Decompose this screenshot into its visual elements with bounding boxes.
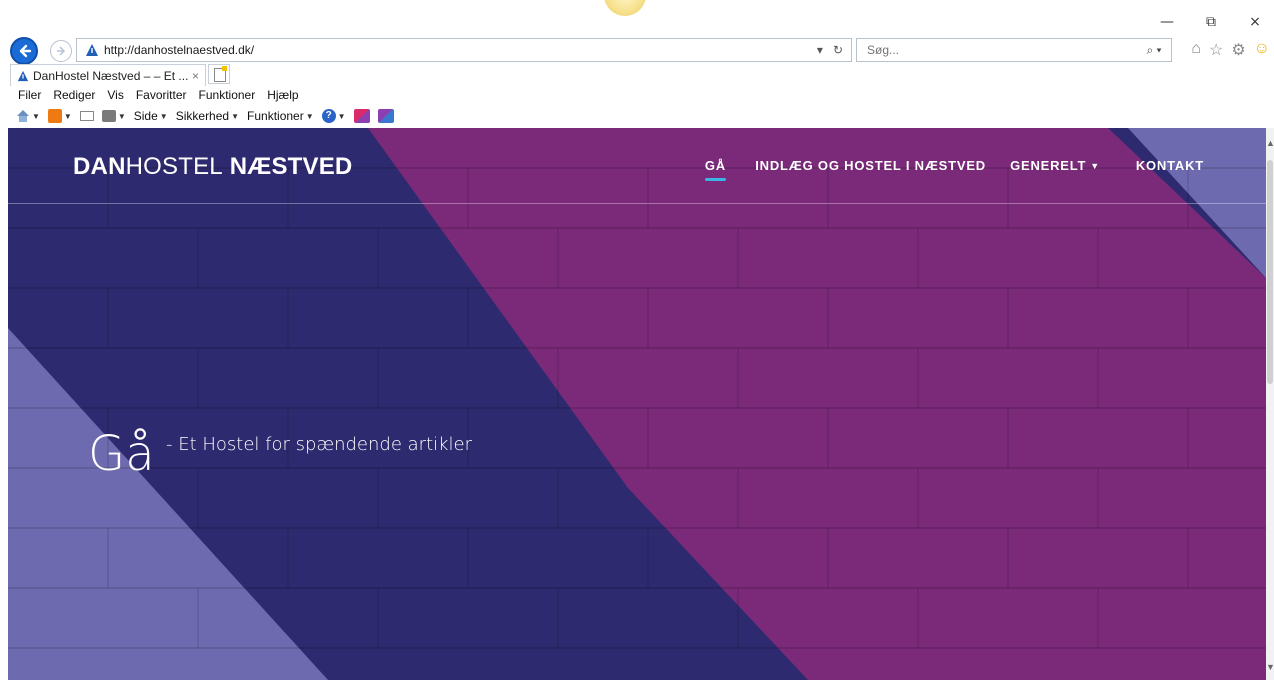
new-tab-button[interactable] bbox=[208, 64, 230, 84]
security-command-label: Sikkerhed bbox=[175, 109, 230, 123]
restore-button[interactable]: ⧉ bbox=[1202, 14, 1220, 30]
nav-item-indlaeg-og-hostel[interactable]: INDLÆG OG HOSTEL I NÆSTVED bbox=[755, 158, 986, 173]
search-box[interactable]: ⌕ ▾ bbox=[856, 38, 1172, 62]
browser-chrome: — ⧉ × http://danhostelnaestved.dk/ ▾ ↻ ⌕… bbox=[0, 0, 1274, 128]
browser-tab[interactable]: DanHostel Næstved – – Et ... × bbox=[10, 64, 206, 86]
nav-item-generelt-label: GENERELT bbox=[1010, 158, 1087, 173]
command-bar: ▼ ▼ ▼ Side ▼ Sikkerhed ▼ Funktioner ▼ ? ▼ bbox=[16, 106, 394, 126]
minimize-button[interactable]: — bbox=[1158, 14, 1176, 30]
mail-icon bbox=[79, 111, 94, 121]
menu-item-hjaelp[interactable]: Hjælp bbox=[267, 88, 298, 102]
tools-command-label: Funktioner bbox=[247, 109, 304, 123]
refresh-icon[interactable]: ↻ bbox=[833, 43, 843, 57]
site-header: DANHOSTEL NÆSTVED GÅ INDLÆG OG HOSTEL I … bbox=[8, 128, 1266, 204]
help-icon: ? bbox=[321, 109, 336, 123]
tab-title: DanHostel Næstved – – Et ... bbox=[33, 68, 189, 83]
feeds-command[interactable]: ▼ bbox=[47, 109, 72, 123]
logo-part-naestved: NÆSTVED bbox=[229, 153, 353, 180]
forward-button[interactable] bbox=[50, 40, 72, 62]
nav-item-ga[interactable]: GÅ bbox=[704, 158, 727, 181]
hero-title: Gå bbox=[88, 426, 155, 482]
logo-part-dan: DAN bbox=[73, 153, 126, 180]
chevron-down-icon: ▼ bbox=[1090, 161, 1100, 171]
browser-toolbar-right: ⌂ ☆ ⚙ ☺ bbox=[1191, 40, 1270, 60]
scroll-up-icon[interactable]: ▲ bbox=[1266, 138, 1274, 148]
page-command[interactable]: Side ▼ bbox=[134, 109, 168, 123]
menu-item-vis[interactable]: Vis bbox=[107, 88, 123, 102]
back-button[interactable] bbox=[10, 37, 38, 65]
address-bar[interactable]: http://danhostelnaestved.dk/ ▾ ↻ bbox=[76, 38, 852, 62]
tools-command[interactable]: Funktioner ▼ bbox=[247, 109, 314, 123]
site-logo[interactable]: DANHOSTEL NÆSTVED bbox=[73, 153, 352, 181]
menu-item-rediger[interactable]: Rediger bbox=[53, 88, 95, 102]
rss-icon bbox=[47, 109, 62, 123]
translate-command[interactable] bbox=[377, 109, 394, 123]
forward-icon bbox=[57, 46, 66, 56]
scrollbar-thumb[interactable] bbox=[1267, 160, 1273, 384]
security-command[interactable]: Sikkerhed ▼ bbox=[176, 109, 239, 123]
nav-item-kontakt[interactable]: KONTAKT bbox=[1136, 158, 1204, 173]
research-command[interactable] bbox=[353, 109, 370, 123]
mail-command[interactable] bbox=[79, 111, 94, 121]
menu-item-funktioner[interactable]: Funktioner bbox=[199, 88, 256, 102]
hero-subtitle: - Et Hostel for spændende artikler bbox=[166, 434, 473, 455]
tab-close-button[interactable]: × bbox=[192, 69, 199, 83]
url-text[interactable]: http://danhostelnaestved.dk/ bbox=[104, 43, 817, 57]
close-window-button[interactable]: × bbox=[1246, 14, 1264, 30]
home-icon[interactable]: ⌂ bbox=[1191, 40, 1201, 60]
address-tools: ▾ ↻ bbox=[817, 43, 843, 57]
tab-favicon-icon bbox=[17, 70, 29, 81]
search-icon[interactable]: ⌕ ▾ bbox=[1137, 43, 1171, 58]
web-page: DANHOSTEL NÆSTVED GÅ INDLÆG OG HOSTEL I … bbox=[8, 128, 1266, 680]
print-command[interactable]: ▼ bbox=[101, 110, 126, 122]
research-icon bbox=[353, 109, 370, 123]
settings-gear-icon[interactable]: ⚙ bbox=[1231, 40, 1245, 60]
menu-bar: Filer Rediger Vis Favoritter Funktioner … bbox=[18, 88, 299, 102]
window-controls: — ⧉ × bbox=[1158, 14, 1264, 30]
dropdown-icon[interactable]: ▾ bbox=[817, 43, 823, 57]
menu-item-favoritter[interactable]: Favoritter bbox=[136, 88, 187, 102]
translate-icon bbox=[377, 109, 394, 123]
back-icon bbox=[19, 44, 32, 58]
nav-item-generelt[interactable]: GENERELT ▼ bbox=[1010, 158, 1100, 173]
smiley-feedback-icon[interactable]: ☺ bbox=[1254, 40, 1270, 60]
menu-item-filer[interactable]: Filer bbox=[18, 88, 41, 102]
page-command-label: Side bbox=[133, 109, 158, 123]
print-icon bbox=[101, 110, 116, 122]
site-favicon-icon bbox=[86, 44, 98, 56]
scroll-down-icon[interactable]: ▼ bbox=[1266, 662, 1274, 672]
search-input[interactable] bbox=[867, 43, 1137, 57]
logo-part-hostel: HOSTEL bbox=[125, 153, 223, 180]
title-bar-decoration bbox=[604, 0, 646, 16]
favorites-star-icon[interactable]: ☆ bbox=[1209, 40, 1223, 60]
home-icon bbox=[16, 110, 30, 122]
help-command[interactable]: ? ▼ bbox=[321, 109, 346, 123]
home-command[interactable]: ▼ bbox=[16, 110, 40, 122]
hero-background bbox=[8, 128, 1266, 680]
